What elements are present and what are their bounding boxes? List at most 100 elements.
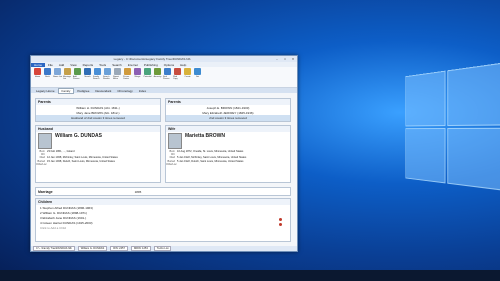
name-list-button[interactable]: Name List [53,68,62,78]
web-copy-label: Web Copy [173,76,178,80]
view-tab[interactable]: Index [136,89,149,93]
web-copy-button[interactable]: Web Copy [173,68,182,80]
menu-tab[interactable]: Help [177,63,189,67]
event-value: 10 Aug 1872, Oneida, St. Louis, Minnesot… [177,150,244,153]
wife-box: Wife Marietta BROWN Born 10 Aug 1872, One… [165,125,291,183]
create-icon [184,68,191,75]
ancestry-label: Ancestry [153,76,162,78]
relationship-note: 2nd cousin 3 times removed [166,115,290,121]
merge-label: Merge [134,76,141,78]
menu-tab[interactable]: Internet [125,63,141,67]
ancestry-button[interactable]: Ancestry [153,68,162,78]
wife-parents-box: Parents Joseph E. BROWN (1841-1903) Mary… [165,98,291,122]
status-mrin: MRIN: 1253 [130,246,151,251]
flag-icon [279,223,282,226]
close-icon[interactable]: ✕ [289,57,297,61]
wife-photo[interactable] [168,133,182,149]
report-menu-label: Report Menu [113,76,120,80]
event-label: OtherLoc [166,162,177,166]
husband-name[interactable]: William G. DUNDAS [55,133,102,149]
event-value: 5 Jan 1922, Duluth, Saint Louis, Minneso… [177,159,244,163]
add-child-link[interactable]: Click to Add a Child [36,225,290,230]
windows-logo [405,62,500,198]
husband-event-row[interactable]: OtherLoc [36,163,160,166]
list-icon [54,68,61,75]
family-search-label: Family Search [93,76,100,80]
family-search-button[interactable]: Family Search [93,68,102,80]
find-person-button[interactable]: Find Person [163,68,172,80]
view-tab[interactable]: Descendant [92,89,114,93]
home-button[interactable]: Home [33,68,42,78]
menu-tab[interactable]: Reports [80,63,97,67]
picture-center-label: Picture Center [123,76,130,80]
view-tab[interactable]: Chronology [114,89,135,93]
report-menu-button[interactable]: Report Menu [113,68,122,80]
results-icon [104,68,111,75]
potential-icon [144,68,151,75]
view-tab[interactable]: Legacy Home [33,89,58,93]
wife-event-row[interactable]: OtherLoc [166,163,290,166]
back-label: Back [45,76,50,78]
picture-icon [124,68,131,75]
wife-name[interactable]: Marietta BROWN [185,133,225,149]
get-icon [194,68,201,75]
menu-tab[interactable]: Tools [96,63,109,67]
ancestry-icon [154,68,161,75]
home-label: Home [34,76,41,78]
marriage-list-label: Marriage List [63,76,71,80]
search-icon [84,68,91,75]
status-todo[interactable]: To-Do List [153,246,172,251]
home-icon [34,68,41,75]
search-results-label: Search Results [103,76,110,80]
ribbon: Home Back Name List Marriage List Add Pe… [31,67,297,88]
minimize-icon[interactable]: – [273,57,281,61]
menu-tab[interactable]: Home [31,62,46,67]
create-button[interactable]: Create [183,68,192,78]
add-person-label: Add Person [73,76,80,80]
picture-center-button[interactable]: Picture Center [123,68,132,80]
flag-icon [279,218,282,221]
merge-button[interactable]: Merge [133,68,142,78]
husband-parents-box: Parents William H. DUNDAS (Abt. 1811-) M… [35,98,161,122]
back-icon [44,68,51,75]
husband-box: Husband William G. DUNDAS Born 23 Feb 186… [35,125,161,183]
relationship-note: Husband of 2nd cousin 3 times removed [36,115,160,121]
marriage-date: 1895 [134,189,142,194]
potential-label: Potential [143,76,152,78]
find-icon [164,68,171,75]
family-search-icon [94,68,101,75]
add-person-button[interactable]: Add Person [73,68,82,80]
find-person-label: Find Person [163,76,170,80]
menu-tab[interactable]: View [67,63,79,67]
status-bar: C:\...\Family Tree\DUNDAS.fdb William G.… [31,246,297,251]
marriage-icon [64,68,71,75]
event-value: 15 Jan 1938, Duluth, Saint Louis, Minnes… [47,159,115,163]
menu-tab[interactable]: File [45,63,56,67]
event-value: 23 Feb 1861, ..., Ireland [47,150,75,153]
add-person-icon [74,68,81,75]
view-tab[interactable]: Pedigree [74,89,92,93]
get-button[interactable]: Get [193,68,202,78]
taskbar[interactable] [0,270,500,281]
maximize-icon[interactable]: □ [281,57,289,61]
marriage-list-button[interactable]: Marriage List [63,68,72,80]
view-tab-family[interactable]: Family [57,87,75,94]
name-list-label: Name List [53,76,63,78]
search-button[interactable]: Search [83,68,92,78]
web-icon [174,68,181,75]
search-results-button[interactable]: Search Results [103,68,112,80]
children-box: Children 1 Stephen Alfred DUNDAS (1896-1… [35,198,291,242]
potential-button[interactable]: Potential [143,68,152,78]
menu-tab[interactable]: Publishing [141,63,161,67]
menu-tab[interactable]: Add [56,63,67,67]
report-icon [114,68,121,75]
status-rin: RIN: 2457 [110,246,128,251]
marriage-bar[interactable]: Marriage 1895 [35,187,291,196]
menu-tab[interactable]: Options [161,63,177,67]
status-person: William G. DUNDAS [77,246,108,251]
menu-tab[interactable]: Search [109,63,125,67]
marriage-label: Marriage [38,189,53,194]
status-file: C:\...\Family Tree\DUNDAS.fdb [33,246,75,251]
back-button[interactable]: Back [43,68,52,78]
husband-photo[interactable] [38,133,52,149]
